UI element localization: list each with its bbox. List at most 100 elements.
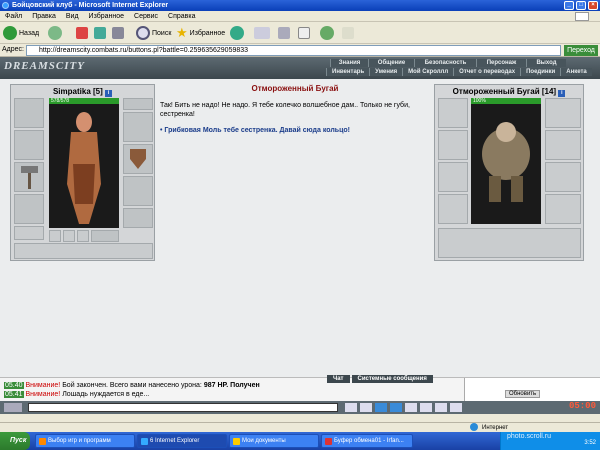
- home-button[interactable]: [112, 25, 124, 41]
- chat-input[interactable]: [28, 403, 338, 412]
- start-button[interactable]: Пуск: [0, 432, 30, 450]
- media-button[interactable]: [230, 25, 244, 41]
- channel-icon[interactable]: [390, 403, 402, 412]
- dialog-option-text: Грибковая Моль тебе сестренка. Давай сюд…: [164, 127, 351, 134]
- trade-icon[interactable]: [420, 403, 432, 412]
- refresh-button[interactable]: Обновить: [505, 390, 541, 398]
- address-input[interactable]: http://dreamscity.combats.ru/buttons.pl?…: [26, 45, 561, 56]
- nav-battles[interactable]: Поединки: [520, 68, 561, 76]
- ring-slot-1[interactable]: [49, 230, 61, 242]
- favorites-button[interactable]: ★ Избранное: [176, 25, 225, 41]
- ring-slot-2[interactable]: [63, 230, 75, 242]
- window-titlebar: Бойцовский клуб - Microsoft Internet Exp…: [0, 0, 600, 11]
- nav-inventory[interactable]: Инвентарь: [326, 68, 370, 76]
- smile-icon[interactable]: [435, 403, 447, 412]
- opponent-avatar: [482, 122, 530, 202]
- player-name[interactable]: Simpatika: [53, 87, 91, 96]
- forward-button[interactable]: [48, 25, 62, 41]
- info-icon[interactable]: i: [105, 90, 113, 97]
- helmet-slot[interactable]: [14, 98, 44, 128]
- opponent-panel: Отмороженный Бугай [14] i 100%: [434, 84, 584, 261]
- nav-security[interactable]: Безопасность: [414, 59, 476, 67]
- nav-communication[interactable]: Общение: [368, 59, 414, 67]
- chat-text: Бой закончен. Всего вами нанесено урона:: [62, 382, 202, 389]
- task-ie[interactable]: 6 Internet Explorer: [137, 434, 227, 448]
- spell-slots[interactable]: [14, 243, 153, 259]
- ring-slot-3[interactable]: [77, 230, 89, 242]
- menu-tools[interactable]: Сервис: [134, 13, 158, 20]
- nav-profile[interactable]: Анкета: [560, 68, 592, 76]
- gloves-slot[interactable]: [123, 112, 153, 142]
- nav-top: Знания Общение Безопасность Персонаж Выход: [330, 59, 566, 67]
- research-icon: [342, 27, 354, 39]
- tab-chat[interactable]: Чат: [327, 375, 350, 383]
- opp-bottom-slots[interactable]: [438, 228, 581, 258]
- messenger-button[interactable]: [320, 25, 334, 41]
- info-icon[interactable]: i: [558, 90, 566, 97]
- task-label: 6 Internet Explorer: [150, 438, 200, 444]
- nav-knowledge[interactable]: Знания: [330, 59, 368, 67]
- belt-slot[interactable]: [14, 226, 44, 240]
- armor-slot[interactable]: [14, 194, 44, 224]
- refresh-button[interactable]: [94, 25, 106, 41]
- opp-necklace-slot[interactable]: [438, 130, 468, 160]
- player-level: [5]: [93, 87, 103, 96]
- opp-bracelet-slot[interactable]: [545, 98, 581, 128]
- search-button[interactable]: Поиск: [136, 25, 171, 41]
- minimize-button[interactable]: _: [564, 1, 574, 10]
- fight-icon[interactable]: [405, 403, 417, 412]
- irfanview-icon: [325, 438, 332, 445]
- print-button[interactable]: [278, 25, 290, 41]
- chat-area: Чат Системные сообщения 05.40 Внимание! …: [0, 375, 600, 402]
- nav-skills[interactable]: Умения: [369, 68, 403, 76]
- filter-icon[interactable]: [375, 403, 387, 412]
- go-button[interactable]: Переход: [564, 45, 598, 56]
- send-icon[interactable]: [345, 403, 357, 412]
- online-list: Обновить: [464, 378, 600, 402]
- chat-time[interactable]: 05.40: [4, 382, 24, 389]
- chat-text: Лошадь нуждается в еде...: [62, 391, 150, 398]
- boots-slot[interactable]: [123, 208, 153, 228]
- opp-pants-slot[interactable]: [545, 194, 581, 224]
- back-button[interactable]: Назад: [3, 25, 39, 41]
- nav-exit[interactable]: Выход: [526, 59, 566, 67]
- menu-view[interactable]: Вид: [66, 13, 79, 20]
- task-documents[interactable]: Мои документы: [229, 434, 319, 448]
- necklace-slot[interactable]: [14, 130, 44, 160]
- menu-file[interactable]: Файл: [5, 13, 22, 20]
- task-label: Буфер обмена01 - Irfan...: [334, 438, 404, 444]
- task-games[interactable]: Выбор игр и программ: [35, 434, 135, 448]
- menu-help[interactable]: Справка: [168, 13, 195, 20]
- opp-shield-slot[interactable]: [545, 162, 581, 192]
- opp-helmet-slot[interactable]: [438, 98, 468, 128]
- edit-button[interactable]: [298, 25, 310, 41]
- settings-icon[interactable]: [450, 403, 462, 412]
- opponent-name[interactable]: Отмороженный Бугай: [453, 87, 540, 96]
- opp-weapon-slot[interactable]: [438, 162, 468, 192]
- close-button[interactable]: ×: [588, 1, 598, 10]
- clear-icon[interactable]: [360, 403, 372, 412]
- player-avatar-frame: 578/578: [49, 98, 119, 228]
- bracelet-slot[interactable]: [123, 98, 153, 110]
- dialog-option[interactable]: • Грибковая Моль тебе сестренка. Давай с…: [160, 127, 430, 134]
- shield-slot[interactable]: [123, 144, 153, 174]
- ie-icon: [2, 2, 9, 9]
- chat-time[interactable]: 05.41: [4, 391, 24, 398]
- menu-edit[interactable]: Правка: [32, 13, 56, 20]
- task-irfanview[interactable]: Буфер обмена01 - Irfan...: [321, 434, 413, 448]
- weapon-slot[interactable]: [14, 162, 44, 192]
- nav-transfers[interactable]: Отчет о переводах: [453, 68, 521, 76]
- nav-character[interactable]: Персонаж: [476, 59, 526, 67]
- tab-system[interactable]: Системные сообщения: [351, 375, 433, 383]
- stop-button[interactable]: [76, 25, 88, 41]
- maximize-button[interactable]: □: [576, 1, 586, 10]
- opp-gloves-slot[interactable]: [545, 130, 581, 160]
- menu-favorites[interactable]: Избранное: [89, 13, 124, 20]
- pants-slot[interactable]: [123, 176, 153, 206]
- nav-scroll[interactable]: Мой Скроллл: [402, 68, 454, 76]
- mail-button[interactable]: [254, 25, 270, 41]
- pet-slot[interactable]: [91, 230, 119, 242]
- research-button[interactable]: [342, 25, 354, 41]
- chat-mode-icon[interactable]: [4, 403, 22, 412]
- opp-armor-slot[interactable]: [438, 194, 468, 224]
